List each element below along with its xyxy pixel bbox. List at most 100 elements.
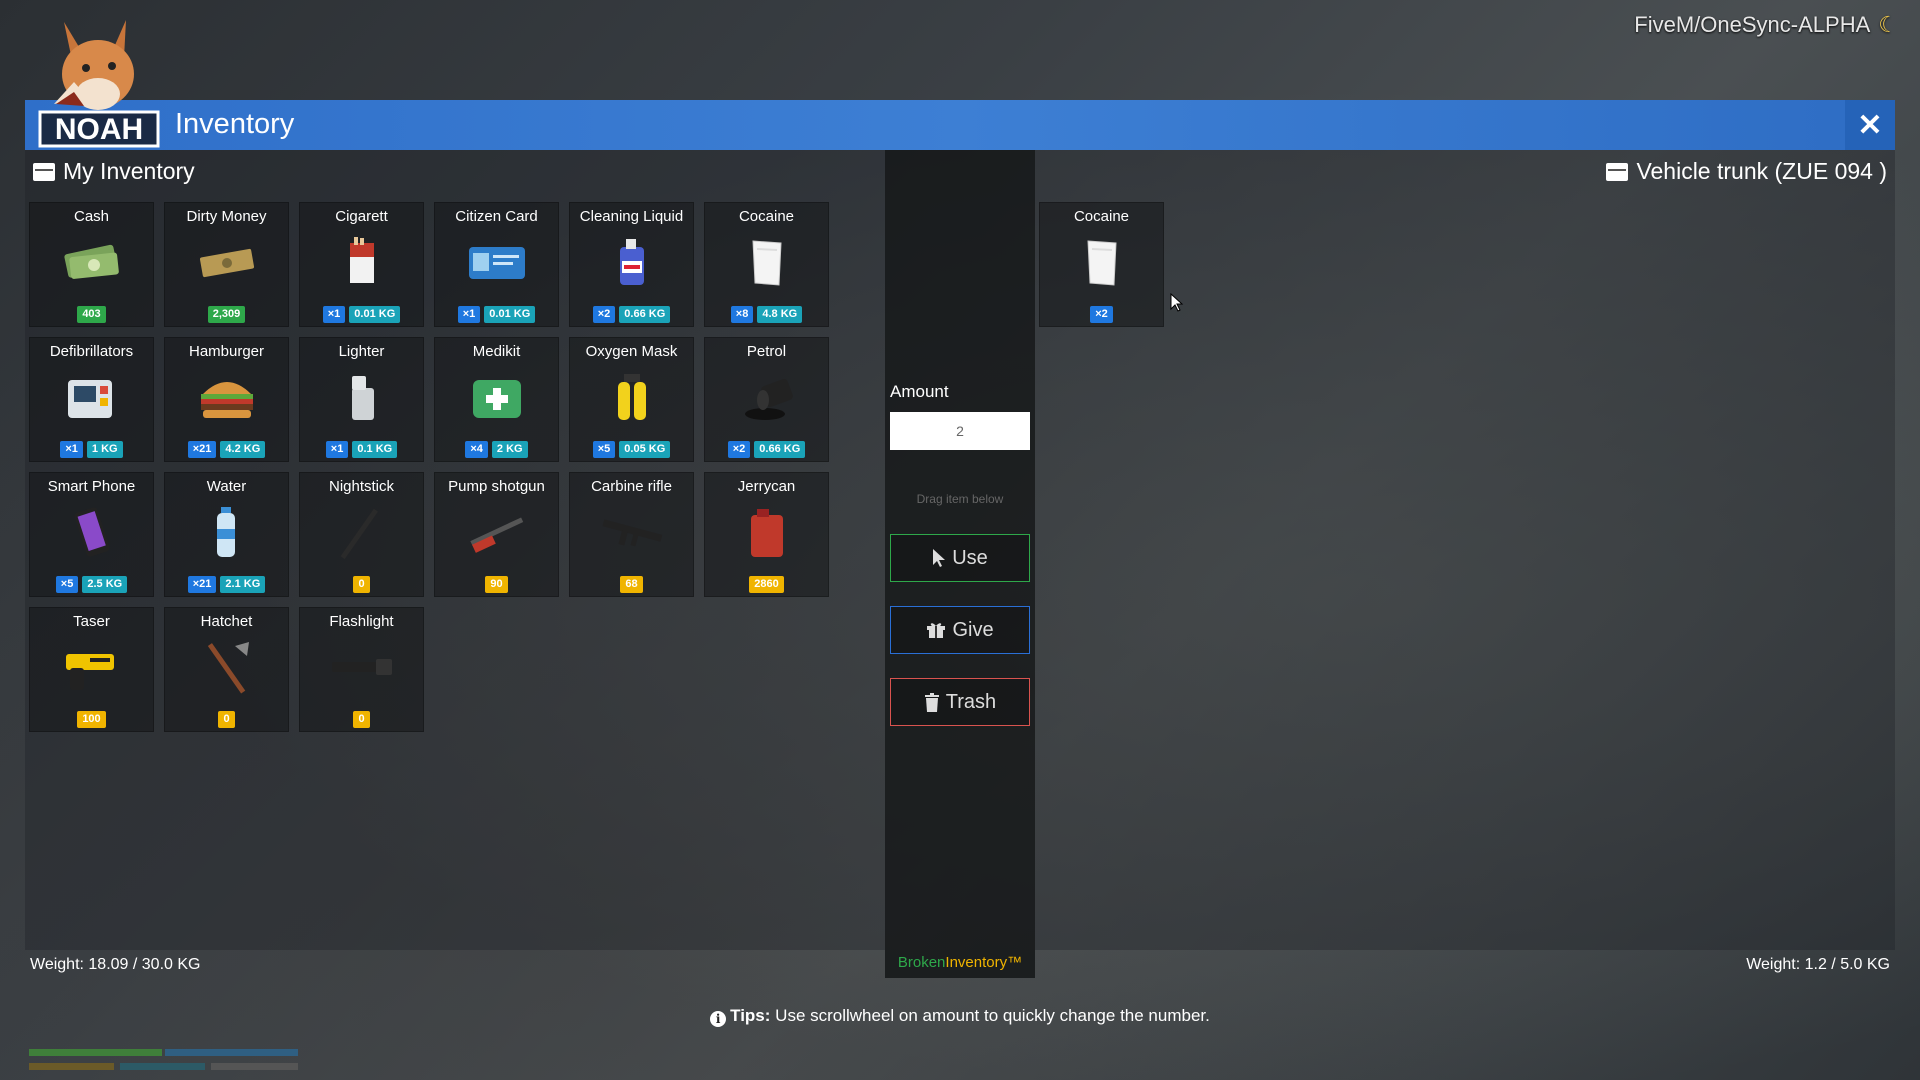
item-slot-cocaine[interactable]: Cocaine ×8 4.8 KG: [704, 202, 829, 327]
weight-badge: 0.05 KG: [619, 441, 671, 458]
weight-badge: 0.1 KG: [352, 441, 398, 458]
item-badges: ×1 1 KG: [30, 441, 153, 458]
item-slot-defibrillators[interactable]: Defibrillators ×1 1 KG: [29, 337, 154, 462]
item-slot-pump-shotgun[interactable]: Pump shotgun 90: [434, 472, 559, 597]
item-name: Pump shotgun: [448, 478, 545, 495]
armor-bar: [165, 1049, 298, 1056]
count-badge: ×2: [727, 441, 751, 458]
item-name: Smart Phone: [47, 478, 136, 495]
money-badge: 403: [77, 306, 106, 323]
ammo-badge: 100: [77, 711, 106, 728]
item-badges: ×5 2.5 KG: [30, 576, 153, 593]
info-icon: i: [710, 1011, 727, 1027]
lighter-icon: [330, 370, 394, 424]
item-badges: 90: [435, 576, 558, 593]
trash-button[interactable]: Trash: [890, 678, 1030, 726]
my-inventory-weight: Weight: 18.09 / 30.0 KG: [30, 956, 201, 973]
my-inventory-heading: My Inventory: [33, 158, 195, 185]
item-name: Taser: [73, 613, 110, 630]
cleaning-liquid-icon: [600, 235, 664, 289]
item-slot-hatchet[interactable]: Hatchet 0: [164, 607, 289, 732]
amount-label: Amount: [890, 382, 949, 401]
item-slot-hamburger[interactable]: Hamburger ×21 4.2 KG: [164, 337, 289, 462]
count-badge: ×1: [322, 306, 346, 323]
trash-icon: [924, 692, 939, 712]
item-name: Hamburger: [188, 343, 265, 360]
item-slot-cleaning-liquid[interactable]: Cleaning Liquid ×2 0.66 KG: [569, 202, 694, 327]
item-name: Oxygen Mask: [585, 343, 678, 360]
count-badge: ×1: [325, 441, 349, 458]
item-badges: ×5 0.05 KG: [570, 441, 693, 458]
weight-badge: 0.01 KG: [349, 306, 401, 323]
item-slot-smart-phone[interactable]: Smart Phone ×5 2.5 KG: [29, 472, 154, 597]
jerrycan-icon: [735, 505, 799, 559]
ammo-badge: 0: [353, 711, 370, 728]
item-badges: ×2: [1040, 306, 1163, 323]
vehicle-trunk-grid: Cocaine ×2: [1039, 202, 1839, 327]
gift-icon: [927, 623, 946, 638]
item-name: Cleaning Liquid: [579, 208, 684, 225]
item-badges: 0: [300, 576, 423, 593]
item-slot-flashlight[interactable]: Flashlight 0: [299, 607, 424, 732]
mouse-cursor-icon: [1170, 293, 1184, 312]
item-slot-dirty-money[interactable]: Dirty Money 2,309: [164, 202, 289, 327]
item-slot-jerrycan[interactable]: Jerrycan 2860: [704, 472, 829, 597]
ammo-badge: 68: [620, 576, 643, 593]
cocaine-bag-icon: [735, 235, 799, 289]
item-name: Defibrillators: [49, 343, 134, 360]
ammo-badge: 0: [353, 576, 370, 593]
weight-badge: 2 KG: [491, 441, 528, 458]
item-slot-nightstick[interactable]: Nightstick 0: [299, 472, 424, 597]
weight-badge: 1 KG: [86, 441, 123, 458]
item-badges: ×8 4.8 KG: [705, 306, 828, 323]
drag-hint: Drag item below: [916, 492, 1004, 506]
weight-badge: 4.8 KG: [757, 306, 803, 323]
item-badges: ×1 0.01 KG: [300, 306, 423, 323]
give-button[interactable]: Give: [890, 606, 1030, 654]
item-slot-cigarett[interactable]: Cigarett ×1 0.01 KG: [299, 202, 424, 327]
my-inventory-grid: Cash 403 Dirty Money 2,309 Cigarett ×1 0.01 KG…: [29, 202, 829, 732]
item-badges: ×2 0.66 KG: [570, 306, 693, 323]
item-badges: 68: [570, 576, 693, 593]
item-slot-cocaine[interactable]: Cocaine ×2: [1039, 202, 1164, 327]
item-name: Petrol: [746, 343, 787, 360]
item-slot-oxygen-mask[interactable]: Oxygen Mask ×5 0.05 KG: [569, 337, 694, 462]
noah-wolf-logo: NOAH: [38, 20, 160, 148]
count-badge: ×2: [1090, 306, 1113, 323]
count-badge: ×4: [465, 441, 488, 458]
count-badge: ×8: [730, 306, 754, 323]
item-badges: 100: [30, 711, 153, 728]
item-name: Lighter: [338, 343, 385, 360]
item-slot-taser[interactable]: Taser 100: [29, 607, 154, 732]
amount-input[interactable]: [890, 412, 1030, 450]
item-badges: 2,309: [165, 306, 288, 323]
weight-badge: 0.66 KG: [754, 441, 806, 458]
taser-icon: [60, 640, 124, 694]
tips-bar: i Tips: Use scrollwheel on amount to quic…: [0, 1006, 1920, 1027]
item-name: Citizen Card: [455, 208, 538, 225]
item-slot-water[interactable]: Water ×21 2.1 KG: [164, 472, 289, 597]
count-badge: ×5: [55, 576, 79, 593]
item-name: Cocaine: [738, 208, 795, 225]
item-slot-carbine-rifle[interactable]: Carbine rifle 68: [569, 472, 694, 597]
oil-barrel-icon: [735, 370, 799, 424]
oxygen-tank-icon: [600, 370, 664, 424]
item-slot-medikit[interactable]: Medikit ×4 2 KG: [434, 337, 559, 462]
item-slot-lighter[interactable]: Lighter ×1 0.1 KG: [299, 337, 424, 462]
money-badge: 2,309: [207, 306, 246, 323]
use-button[interactable]: Use: [890, 534, 1030, 582]
close-button[interactable]: ✕: [1845, 100, 1895, 150]
weight-badge: 2.5 KG: [82, 576, 128, 593]
weight-badge: 2.1 KG: [220, 576, 266, 593]
count-badge: ×1: [457, 306, 481, 323]
count-badge: ×21: [187, 441, 217, 458]
item-slot-citizen-card[interactable]: Citizen Card ×1 0.01 KG: [434, 202, 559, 327]
weight-badge: 4.2 KG: [220, 441, 266, 458]
item-badges: ×4 2 KG: [435, 441, 558, 458]
weight-badge: 0.01 KG: [484, 306, 536, 323]
item-slot-cash[interactable]: Cash 403: [29, 202, 154, 327]
item-slot-petrol[interactable]: Petrol ×2 0.66 KG: [704, 337, 829, 462]
item-badges: ×2 0.66 KG: [705, 441, 828, 458]
item-badges: ×1 0.01 KG: [435, 306, 558, 323]
cocaine-bag-icon: [1070, 235, 1134, 289]
